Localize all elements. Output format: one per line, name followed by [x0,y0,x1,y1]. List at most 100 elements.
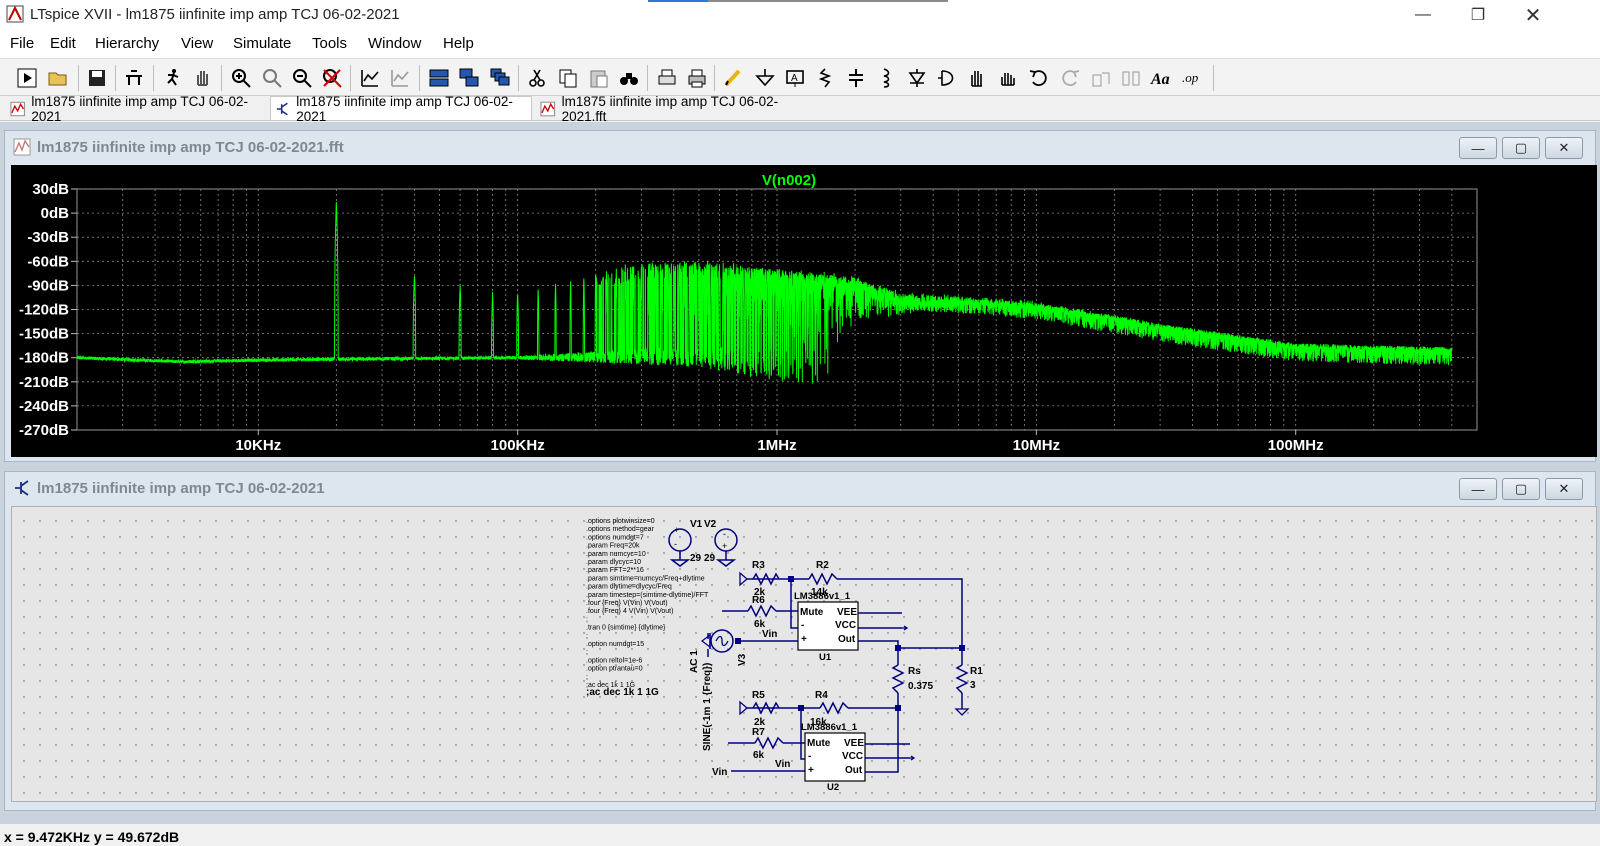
schematic-window-titlebar[interactable]: lm1875 iinfinite imp amp TCJ 06-02-2021 [13,477,325,499]
minimize-button[interactable]: — [1400,0,1446,30]
directive-line[interactable]: ;ac dec 1k 1 1G [586,687,659,698]
directive-line[interactable]: .options numdgt=7 [586,534,644,541]
directive-line[interactable]: .options method=gear [586,526,655,533]
svg-text:R7[interactable]: R7 [752,727,765,738]
voltage-source-v1[interactable]: + - V1 29 [668,519,703,567]
directive-line[interactable]: ; [586,633,588,640]
zoom-in-icon[interactable] [228,65,254,91]
ground-icon[interactable] [752,65,778,91]
directive-line[interactable]: .param timestep=(simtime-dlytime)/FFT [586,592,709,599]
svg-text:R5[interactable]: R5 [752,690,765,701]
svg-text:3[interactable]: 3 [970,680,976,691]
ic-u2[interactable]: Mute - + VEE VCC Out LM3886v1_1 U2 [801,722,866,793]
v1-label[interactable]: V1 [690,519,703,530]
save-icon[interactable] [84,65,110,91]
schematic-canvas[interactable]: .options plotwinsize=0 .options method=ge… [11,506,1597,802]
autorange-icon[interactable] [357,65,383,91]
svg-text:Rs[interactable]: Rs [908,666,921,677]
u2-label[interactable]: U2 [827,782,839,793]
mirror-icon[interactable] [1118,65,1144,91]
v3-ac[interactable]: AC 1 [689,650,700,673]
spice-directive-icon[interactable]: .op [1180,65,1206,91]
diode-icon[interactable] [904,65,930,91]
move-icon[interactable] [964,65,990,91]
copy-icon[interactable] [555,65,581,91]
directive-line[interactable]: .param FFT=2**16 [586,567,644,574]
fft-maximize-button[interactable]: ▢ [1502,137,1540,159]
rotate-icon[interactable] [1088,65,1114,91]
schematic-maximize-button[interactable]: ▢ [1502,478,1540,500]
menu-hierarchy[interactable]: Hierarchy [95,35,159,52]
fft-chart[interactable]: 30dB 0dB -30dB -60dB -90dB -120dB -150dB -180dB… [11,165,1597,457]
v1-value[interactable]: 29 [690,553,702,564]
directive-line[interactable]: .four {Freq} V(Vin) V(Vout) [586,600,668,607]
redo-icon[interactable] [1057,65,1083,91]
svg-text:6k[interactable]: 6k [753,750,765,761]
print-preview-icon[interactable] [654,65,680,91]
menu-view[interactable]: View [181,35,213,52]
close-button[interactable]: ✕ [1510,0,1556,30]
svg-text:R4[interactable]: R4 [815,690,828,701]
directive-line[interactable]: .param dlycyc=10 [586,559,641,566]
svg-text:14k[interactable]: 14k [811,587,828,598]
pan-icon[interactable] [190,65,216,91]
directive-line[interactable]: .option ptrantau=0 [586,666,643,673]
open-icon[interactable] [45,65,71,91]
resistor-icon[interactable] [812,65,838,91]
text-icon[interactable]: Aa [1148,65,1174,91]
tab-waveform[interactable]: lm1875 iinfinite imp amp TCJ 06-02-2021 [6,94,268,124]
halt-icon[interactable] [160,65,186,91]
fft-close-button[interactable]: ✕ [1545,137,1583,159]
tab-fft[interactable]: lm1875 iinfinite imp amp TCJ 06-02-2021.… [536,94,816,124]
voltage-source-v3[interactable]: V3 AC 1 SINE(-1m 1 {Freq}) [689,629,748,751]
trace-v-n002[interactable] [76,202,1453,384]
tile-vertical-icon[interactable] [456,65,482,91]
schematic-drawing[interactable]: .options plotwinsize=0.options method=ge… [12,507,1596,801]
zoom-area-icon[interactable] [259,65,285,91]
directive-line[interactable]: .param numcyc=10 [586,551,646,558]
menu-simulate[interactable]: Simulate [233,35,291,52]
svg-text:Vin[interactable]: Vin [712,767,727,778]
u1-label[interactable]: U1 [819,652,832,663]
undo-icon[interactable] [1026,65,1052,91]
directive-line[interactable]: .tran 0 {simtime} {dlytime} [586,625,666,632]
directive-line[interactable]: ; [586,674,588,681]
run-icon[interactable] [14,65,40,91]
svg-text:R1[interactable]: R1 [970,666,983,677]
fft-minimize-button[interactable]: — [1459,137,1497,159]
label-net-icon[interactable]: A [782,65,808,91]
voltage-source-v2[interactable]: - + V2 29 [704,519,738,567]
menu-window[interactable]: Window [368,35,421,52]
svg-text:16k[interactable]: 16k [810,717,827,728]
print-icon[interactable] [684,65,710,91]
tab-schematic[interactable]: lm1875 iinfinite imp amp TCJ 06-02-2021 [270,94,532,124]
fft-plot-area[interactable]: 30dB 0dB -30dB -60dB -90dB -120dB -150dB -180dB… [11,165,1597,457]
drag-icon[interactable] [995,65,1021,91]
resistor-labels[interactable]: R3 2k R2 14k R6 6k R5 2k R4 16k R7 6k Rs… [752,560,983,761]
capacitor-icon[interactable] [843,65,869,91]
tile-horizontal-icon[interactable] [426,65,452,91]
directive-line[interactable]: .param dlytime=dlycyc/Freq [586,584,672,591]
ic-u1[interactable]: Mute - + VEE VCC Out LM3886v1_1 U1 [794,591,859,663]
find-icon[interactable] [616,65,642,91]
menu-help[interactable]: Help [443,35,474,52]
svg-text:Vin[interactable]: Vin [775,759,790,770]
fft-window-titlebar[interactable]: lm1875 iinfinite imp amp TCJ 06-02-2021.… [13,136,344,158]
directive-line[interactable]: .four {Freq} 4 V(Vin) V(Vout) [586,608,673,615]
zoom-out-icon[interactable] [289,65,315,91]
menu-tools[interactable]: Tools [312,35,347,52]
v2-label[interactable]: V2 [704,519,717,530]
draw-wire-icon[interactable] [720,65,746,91]
schematic-minimize-button[interactable]: — [1459,478,1497,500]
cascade-icon[interactable] [487,65,513,91]
directive-line[interactable]: ; [586,649,588,656]
manual-limits-icon[interactable] [387,65,413,91]
directive-line[interactable]: .param simtime=numcyc/Freq+dlytime [586,575,705,582]
svg-text:R2[interactable]: R2 [816,560,829,571]
v3-sine[interactable]: SINE(-1m 1 {Freq}) [702,663,713,751]
directive-line[interactable]: .option numdgt=15 [586,641,644,648]
control-panel-icon[interactable] [121,65,147,91]
menu-edit[interactable]: Edit [50,35,76,52]
menu-file[interactable]: File [10,35,34,52]
component-icon[interactable] [934,65,960,91]
